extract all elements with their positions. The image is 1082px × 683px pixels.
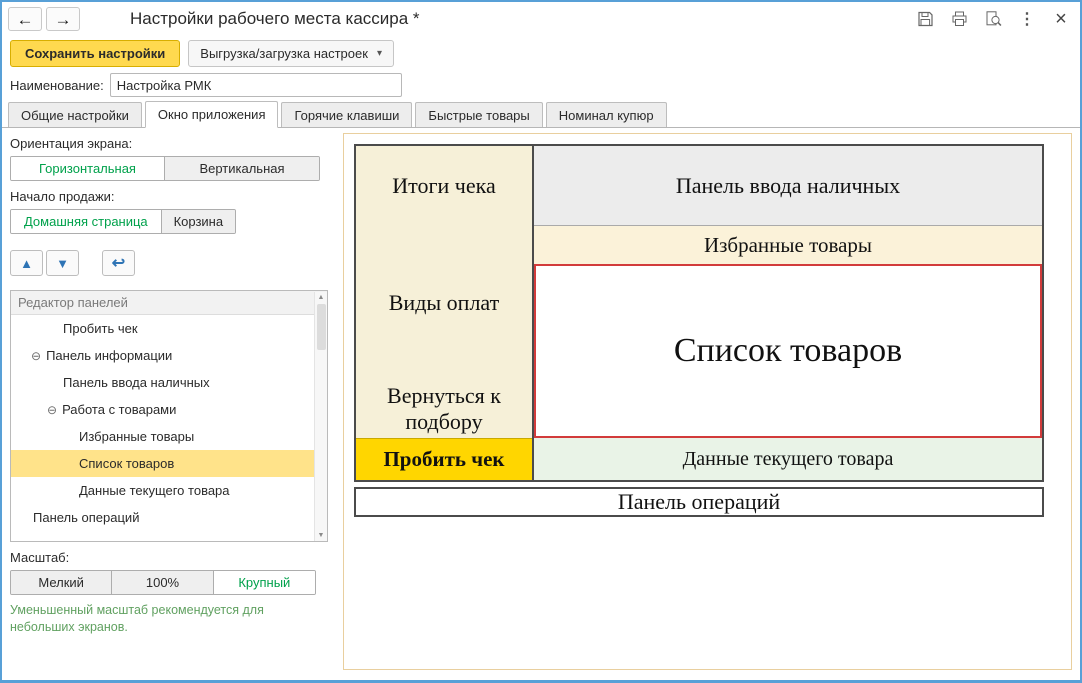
panel-itogi-cheka[interactable]: Итоги чека bbox=[356, 146, 532, 226]
tab-app-window[interactable]: Окно приложения bbox=[144, 101, 279, 128]
scale-small-option[interactable]: Мелкий bbox=[11, 571, 113, 594]
panel-editor-tree: Редактор панелей Пробить чек ⊖ Панель ин… bbox=[10, 290, 328, 542]
scale-hint: Уменьшенный масштаб рекомендуется для не… bbox=[10, 603, 264, 634]
reset-arrow-icon: ↩ bbox=[111, 255, 126, 272]
name-label: Наименование: bbox=[10, 77, 104, 93]
mockup-left-column: Итоги чека Виды оплат Вернуться к подбор… bbox=[356, 146, 534, 480]
forward-button[interactable]: → bbox=[46, 7, 80, 31]
sale-start-cart-option[interactable]: Корзина bbox=[161, 210, 235, 233]
sale-start-label: Начало продажи: bbox=[10, 189, 115, 204]
sale-start-switch: Домашняя страница Корзина bbox=[10, 209, 236, 234]
tree-scrollbar[interactable]: ▲ ▼ bbox=[314, 292, 327, 541]
scale-large-option[interactable]: Крупный bbox=[213, 571, 315, 594]
titlebar-actions: ⋮ × bbox=[916, 8, 1070, 30]
import-export-label: Выгрузка/загрузка настроек bbox=[200, 45, 368, 61]
name-row: Наименование: bbox=[2, 70, 1080, 100]
tree-item-panel-informacii[interactable]: ⊖ Панель информации bbox=[11, 342, 327, 369]
tree-item-panel-operacij[interactable]: Панель операций bbox=[11, 504, 327, 531]
title-bar: ← → Настройки рабочего места кассира * ⋮… bbox=[2, 2, 1080, 36]
tab-bar: Общие настройки Окно приложения Горячие … bbox=[2, 100, 1080, 128]
back-arrow-icon: ← bbox=[16, 9, 34, 29]
toolbar: Сохранить настройки Выгрузка/загрузка на… bbox=[2, 36, 1080, 70]
name-input[interactable] bbox=[109, 73, 402, 97]
layout-preview: Итоги чека Виды оплат Вернуться к подбор… bbox=[343, 133, 1072, 670]
mockup-right-column: Панель ввода наличных Избранные товары С… bbox=[534, 146, 1042, 480]
orientation-vertical-option[interactable]: Вертикальная bbox=[165, 157, 319, 180]
up-arrow-icon: ▲ bbox=[20, 255, 33, 271]
panel-vernutsya-k-podboru[interactable]: Вернуться к подбору bbox=[356, 380, 532, 438]
scale-label: Масштаб: bbox=[10, 550, 70, 565]
tab-quick-goods[interactable]: Быстрые товары bbox=[415, 102, 543, 127]
scroll-up-icon[interactable]: ▲ bbox=[318, 294, 325, 301]
panel-probit-chek[interactable]: Пробить чек bbox=[356, 438, 532, 480]
move-down-button[interactable]: ▼ bbox=[46, 250, 79, 276]
tree-header: Редактор панелей bbox=[11, 291, 327, 315]
tree-actions: ▲ ▼ ↩ bbox=[10, 250, 330, 276]
scale-switch: Мелкий 100% Крупный bbox=[10, 570, 316, 595]
scale-100-option[interactable]: 100% bbox=[112, 571, 214, 594]
preview-icon[interactable] bbox=[984, 10, 1002, 28]
tree-item-panel-vvoda-nalichnyh[interactable]: Панель ввода наличных bbox=[11, 369, 327, 396]
panel-spisok-tovarov[interactable]: Список товаров bbox=[534, 264, 1042, 438]
tree-item-spisok-tovarov[interactable]: Список товаров bbox=[11, 450, 327, 477]
page-title: Настройки рабочего места кассира * bbox=[130, 9, 420, 28]
tab-banknotes[interactable]: Номинал купюр bbox=[545, 102, 667, 127]
reset-button[interactable]: ↩ bbox=[102, 250, 135, 276]
tree-item-izbrannye-tovary[interactable]: Избранные товары bbox=[11, 423, 327, 450]
panel-dannye-tekushchego-tovara[interactable]: Данные текущего товара bbox=[534, 438, 1042, 480]
orientation-switch: Горизонтальная Вертикальная bbox=[10, 156, 320, 181]
panel-operacij[interactable]: Панель операций bbox=[354, 487, 1044, 517]
tree-item-rabota-s-tovarami[interactable]: ⊖ Работа с товарами bbox=[11, 396, 327, 423]
tab-general-settings[interactable]: Общие настройки bbox=[8, 102, 142, 127]
layout-mockup: Итоги чека Виды оплат Вернуться к подбор… bbox=[354, 144, 1044, 517]
down-arrow-icon: ▼ bbox=[56, 255, 69, 271]
forward-arrow-icon: → bbox=[54, 9, 72, 29]
print-icon[interactable] bbox=[950, 10, 968, 28]
close-icon[interactable]: × bbox=[1052, 8, 1070, 30]
tree-item-dannye-tekushchego-tovara[interactable]: Данные текущего товара bbox=[11, 477, 327, 504]
collapse-icon[interactable]: ⊖ bbox=[47, 403, 57, 417]
chevron-down-icon: ▾ bbox=[376, 47, 382, 59]
move-up-button[interactable]: ▲ bbox=[10, 250, 43, 276]
scrollbar-thumb[interactable] bbox=[317, 304, 326, 350]
panel-vidy-oplat[interactable]: Виды оплат bbox=[356, 226, 532, 380]
sale-start-home-option[interactable]: Домашняя страница bbox=[11, 210, 162, 233]
content-area: Ориентация экрана: Горизонтальная Вертик… bbox=[2, 128, 1080, 680]
scroll-down-icon[interactable]: ▼ bbox=[318, 532, 325, 539]
app-window: ← → Настройки рабочего места кассира * ⋮… bbox=[0, 0, 1082, 683]
tab-hotkeys[interactable]: Горячие клавиши bbox=[281, 102, 413, 127]
save-icon[interactable] bbox=[916, 10, 934, 28]
save-settings-button[interactable]: Сохранить настройки bbox=[10, 39, 181, 67]
mockup-main-block: Итоги чека Виды оплат Вернуться к подбор… bbox=[354, 144, 1044, 482]
settings-panel: Ориентация экрана: Горизонтальная Вертик… bbox=[2, 128, 338, 680]
collapse-icon[interactable]: ⊖ bbox=[31, 349, 41, 363]
tree-item-probit-chek[interactable]: Пробить чек bbox=[11, 315, 327, 342]
panel-izbrannye-tovary[interactable]: Избранные товары bbox=[534, 226, 1042, 264]
orientation-label: Ориентация экрана: bbox=[10, 136, 133, 151]
more-icon[interactable]: ⋮ bbox=[1018, 10, 1036, 28]
import-export-button[interactable]: Выгрузка/загрузка настроек ▾ bbox=[188, 39, 394, 67]
orientation-horizontal-option[interactable]: Горизонтальная bbox=[11, 157, 165, 180]
back-button[interactable]: ← bbox=[8, 7, 42, 31]
panel-vvoda-nalichnyh[interactable]: Панель ввода наличных bbox=[534, 146, 1042, 226]
